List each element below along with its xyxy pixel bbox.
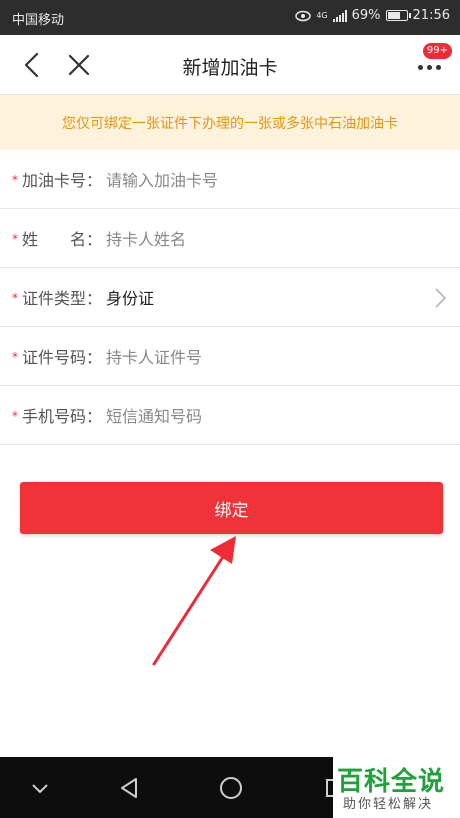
watermark-subtitle: 助你轻松解决: [343, 797, 434, 812]
notice-banner: 您仅可绑定一张证件下办理的一张或多张中石油加油卡: [0, 95, 460, 150]
eye-icon: [295, 10, 312, 21]
chevron-right-icon[interactable]: [430, 287, 450, 309]
more-dots-icon[interactable]: 99+: [414, 43, 452, 81]
required-mark: *: [12, 173, 18, 187]
field-label: 姓 名: [22, 230, 87, 249]
notification-badge: 99+: [422, 43, 452, 59]
field-label: 证件类型: [22, 289, 87, 308]
watermark: 百科全说 助你轻松解决: [333, 757, 460, 818]
battery-icon: [385, 10, 411, 21]
battery-percent: 69%: [351, 8, 381, 23]
field-separator: ：: [86, 289, 103, 308]
field-label: 手机号码: [22, 407, 87, 426]
field-separator: ：: [86, 171, 103, 190]
card-number-input[interactable]: 请输入加油卡号: [106, 167, 218, 191]
name-row[interactable]: * 姓 名 ： 持卡人姓名: [0, 209, 460, 268]
id-type-select[interactable]: 身份证: [106, 285, 154, 309]
required-mark: *: [12, 291, 18, 305]
phone-row[interactable]: * 手机号码 ： 短信通知号码: [0, 386, 460, 445]
status-bar: 中国移动 4G 69% 21:56: [0, 0, 460, 35]
page-title: 新增加油卡: [182, 57, 278, 79]
clock: 21:56: [412, 8, 450, 23]
name-input[interactable]: 持卡人姓名: [106, 226, 186, 250]
field-separator: ：: [86, 348, 103, 367]
status-icons: 4G 69% 21:56: [295, 8, 450, 23]
field-separator: ：: [86, 407, 103, 426]
phone-input[interactable]: 短信通知号码: [106, 403, 202, 427]
signal-icon: [332, 9, 347, 22]
network-type: 4G: [316, 11, 328, 20]
required-mark: *: [12, 409, 18, 423]
carrier-name: 中国移动: [12, 13, 65, 28]
circle-home-icon[interactable]: [218, 775, 244, 801]
arrow-annotation-icon: [152, 536, 236, 666]
id-type-row[interactable]: * 证件类型 ： 身份证: [0, 268, 460, 327]
id-number-row[interactable]: * 证件号码 ： 持卡人证件号: [0, 327, 460, 386]
bind-button[interactable]: 绑定: [20, 482, 443, 534]
field-separator: ：: [86, 230, 103, 249]
chevron-down-icon[interactable]: [27, 775, 53, 801]
id-number-input[interactable]: 持卡人证件号: [106, 344, 202, 368]
triangle-back-icon[interactable]: [116, 775, 142, 801]
required-mark: *: [12, 232, 18, 246]
card-form: * 加油卡号 ： 请输入加油卡号 * 姓 名 ： 持卡人姓名 * 证件类型 ： …: [0, 150, 460, 445]
required-mark: *: [12, 350, 18, 364]
card-number-row[interactable]: * 加油卡号 ： 请输入加油卡号: [0, 150, 460, 209]
field-label: 证件号码: [22, 348, 87, 367]
top-navbar: 新增加油卡 99+: [0, 35, 460, 95]
field-label: 加油卡号: [22, 171, 87, 190]
